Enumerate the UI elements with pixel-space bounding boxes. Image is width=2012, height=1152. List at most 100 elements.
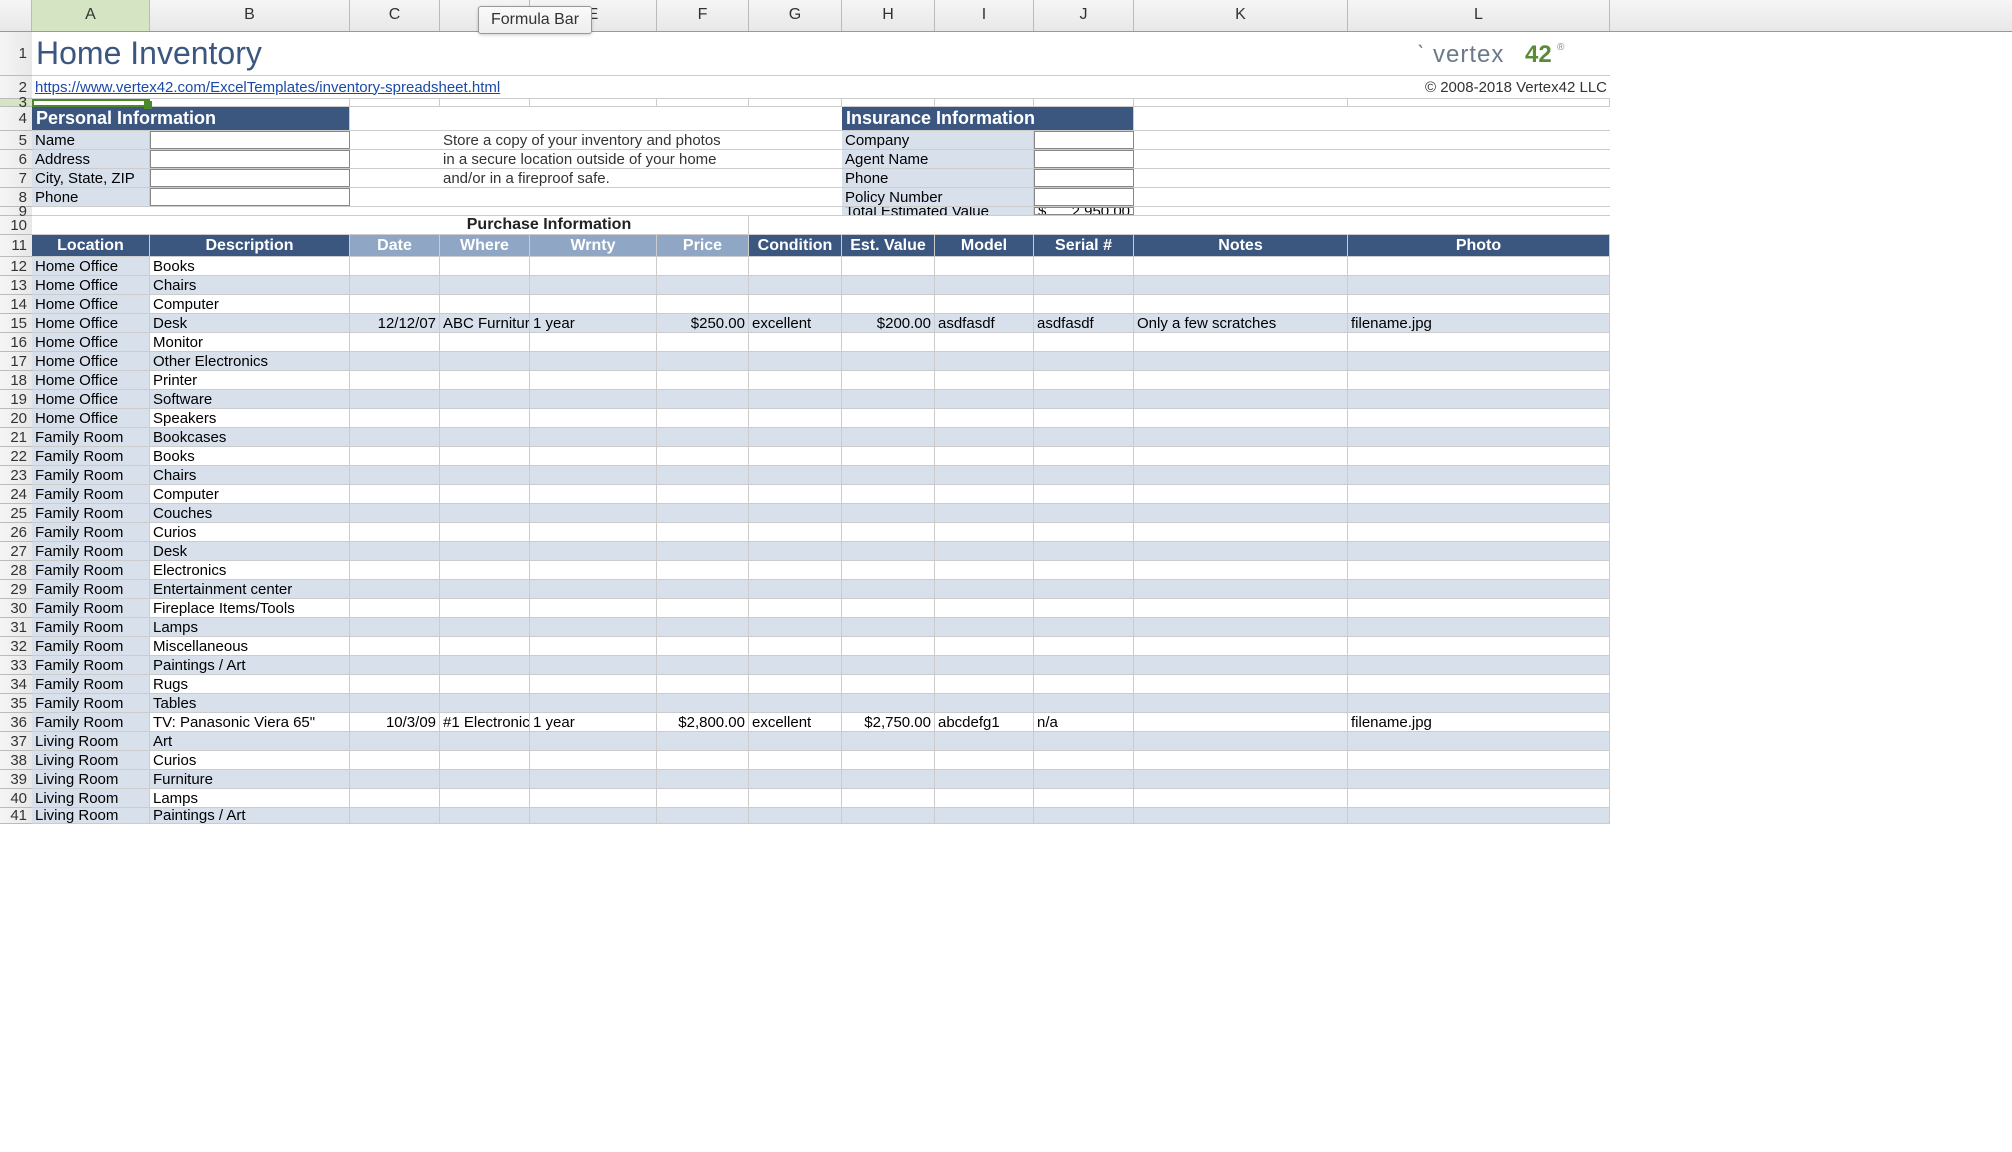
- cell-estvalue[interactable]: [842, 295, 935, 313]
- row-header-38[interactable]: 38: [0, 751, 32, 770]
- cell-date[interactable]: [350, 390, 440, 408]
- cell-model[interactable]: [935, 637, 1034, 655]
- cell-wrnty[interactable]: [530, 295, 657, 313]
- cell-notes[interactable]: [1134, 466, 1348, 484]
- cell-notes[interactable]: [1134, 713, 1348, 731]
- select-all-corner[interactable]: [0, 0, 32, 31]
- row-header-23[interactable]: 23: [0, 466, 32, 485]
- cell-where[interactable]: [440, 295, 530, 313]
- cell-description[interactable]: Other Electronics: [150, 352, 350, 370]
- cell-price[interactable]: [657, 770, 749, 788]
- cell-model[interactable]: asdfasdf: [935, 314, 1034, 332]
- row-header-17[interactable]: 17: [0, 352, 32, 371]
- cell-where[interactable]: [440, 618, 530, 636]
- cell-location[interactable]: Living Room: [32, 732, 150, 750]
- row-header-14[interactable]: 14: [0, 295, 32, 314]
- cell-date[interactable]: [350, 371, 440, 389]
- cell-location[interactable]: Home Office: [32, 276, 150, 294]
- cell-price[interactable]: [657, 580, 749, 598]
- table-header-description[interactable]: Description: [150, 235, 350, 256]
- row-header-5[interactable]: 5: [0, 131, 32, 150]
- cell-serial[interactable]: [1034, 447, 1134, 465]
- cell-estvalue[interactable]: [842, 504, 935, 522]
- cell-estvalue[interactable]: [842, 732, 935, 750]
- cell-location[interactable]: Home Office: [32, 333, 150, 351]
- cell-location[interactable]: Family Room: [32, 618, 150, 636]
- cell-serial[interactable]: [1034, 371, 1134, 389]
- row-header-31[interactable]: 31: [0, 618, 32, 637]
- personal-input-3[interactable]: [150, 188, 350, 206]
- cell-notes[interactable]: [1134, 447, 1348, 465]
- cell-condition[interactable]: [749, 637, 842, 655]
- table-header-notes[interactable]: Notes: [1134, 235, 1348, 256]
- insurance-input-0[interactable]: [1034, 131, 1134, 149]
- cell-photo[interactable]: [1348, 485, 1610, 503]
- cell-date[interactable]: [350, 523, 440, 541]
- cell-serial[interactable]: [1034, 466, 1134, 484]
- row-header-19[interactable]: 19: [0, 390, 32, 409]
- cell-where[interactable]: [440, 637, 530, 655]
- cell-wrnty[interactable]: [530, 523, 657, 541]
- cell-serial[interactable]: [1034, 732, 1134, 750]
- cell-photo[interactable]: [1348, 428, 1610, 446]
- cell-model[interactable]: [935, 789, 1034, 807]
- cell-date[interactable]: [350, 599, 440, 617]
- cell-wrnty[interactable]: [530, 409, 657, 427]
- cell-estvalue[interactable]: [842, 770, 935, 788]
- cell-notes[interactable]: [1134, 371, 1348, 389]
- cell-description[interactable]: Paintings / Art: [150, 808, 350, 823]
- cell-notes[interactable]: [1134, 580, 1348, 598]
- cell-notes[interactable]: [1134, 770, 1348, 788]
- cell-condition[interactable]: [749, 656, 842, 674]
- table-header-model[interactable]: Model: [935, 235, 1034, 256]
- cell-location[interactable]: Home Office: [32, 371, 150, 389]
- row-header-24[interactable]: 24: [0, 485, 32, 504]
- cell-location[interactable]: Family Room: [32, 561, 150, 579]
- cell-date[interactable]: [350, 770, 440, 788]
- cell-notes[interactable]: [1134, 257, 1348, 275]
- cell-location[interactable]: Family Room: [32, 675, 150, 693]
- cell-condition[interactable]: [749, 447, 842, 465]
- cell-condition[interactable]: [749, 409, 842, 427]
- cell-model[interactable]: [935, 542, 1034, 560]
- cell-price[interactable]: [657, 504, 749, 522]
- cell-description[interactable]: Miscellaneous: [150, 637, 350, 655]
- cell-description[interactable]: Books: [150, 447, 350, 465]
- row-header-8[interactable]: 8: [0, 188, 32, 207]
- cell-notes[interactable]: [1134, 428, 1348, 446]
- cell-model[interactable]: [935, 466, 1034, 484]
- cell-wrnty[interactable]: [530, 371, 657, 389]
- row-header-12[interactable]: 12: [0, 257, 32, 276]
- cell-photo[interactable]: [1348, 732, 1610, 750]
- cell-wrnty[interactable]: [530, 694, 657, 712]
- table-header-date[interactable]: Date: [350, 235, 440, 256]
- row-header-21[interactable]: 21: [0, 428, 32, 447]
- cell-estvalue[interactable]: [842, 618, 935, 636]
- cell-price[interactable]: [657, 276, 749, 294]
- cell-wrnty[interactable]: [530, 561, 657, 579]
- cell-photo[interactable]: [1348, 523, 1610, 541]
- cell-description[interactable]: Chairs: [150, 276, 350, 294]
- cell-photo[interactable]: [1348, 808, 1610, 823]
- cell-price[interactable]: [657, 523, 749, 541]
- row-header-36[interactable]: 36: [0, 713, 32, 732]
- cell-location[interactable]: Home Office: [32, 409, 150, 427]
- cell-date[interactable]: [350, 732, 440, 750]
- column-header-G[interactable]: G: [749, 0, 842, 31]
- cell-location[interactable]: Home Office: [32, 295, 150, 313]
- cell-estvalue[interactable]: [842, 580, 935, 598]
- cell-location[interactable]: Family Room: [32, 428, 150, 446]
- cell-date[interactable]: 12/12/07: [350, 314, 440, 332]
- cell-condition[interactable]: excellent: [749, 314, 842, 332]
- cell-estvalue[interactable]: [842, 675, 935, 693]
- cell-photo[interactable]: [1348, 656, 1610, 674]
- cell-date[interactable]: [350, 789, 440, 807]
- cell-serial[interactable]: [1034, 808, 1134, 823]
- cell-description[interactable]: Couches: [150, 504, 350, 522]
- cell-serial[interactable]: [1034, 770, 1134, 788]
- table-header-location[interactable]: Location: [32, 235, 150, 256]
- cell-notes[interactable]: Only a few scratches: [1134, 314, 1348, 332]
- cell-price[interactable]: [657, 295, 749, 313]
- cell-price[interactable]: [657, 447, 749, 465]
- cell-model[interactable]: [935, 732, 1034, 750]
